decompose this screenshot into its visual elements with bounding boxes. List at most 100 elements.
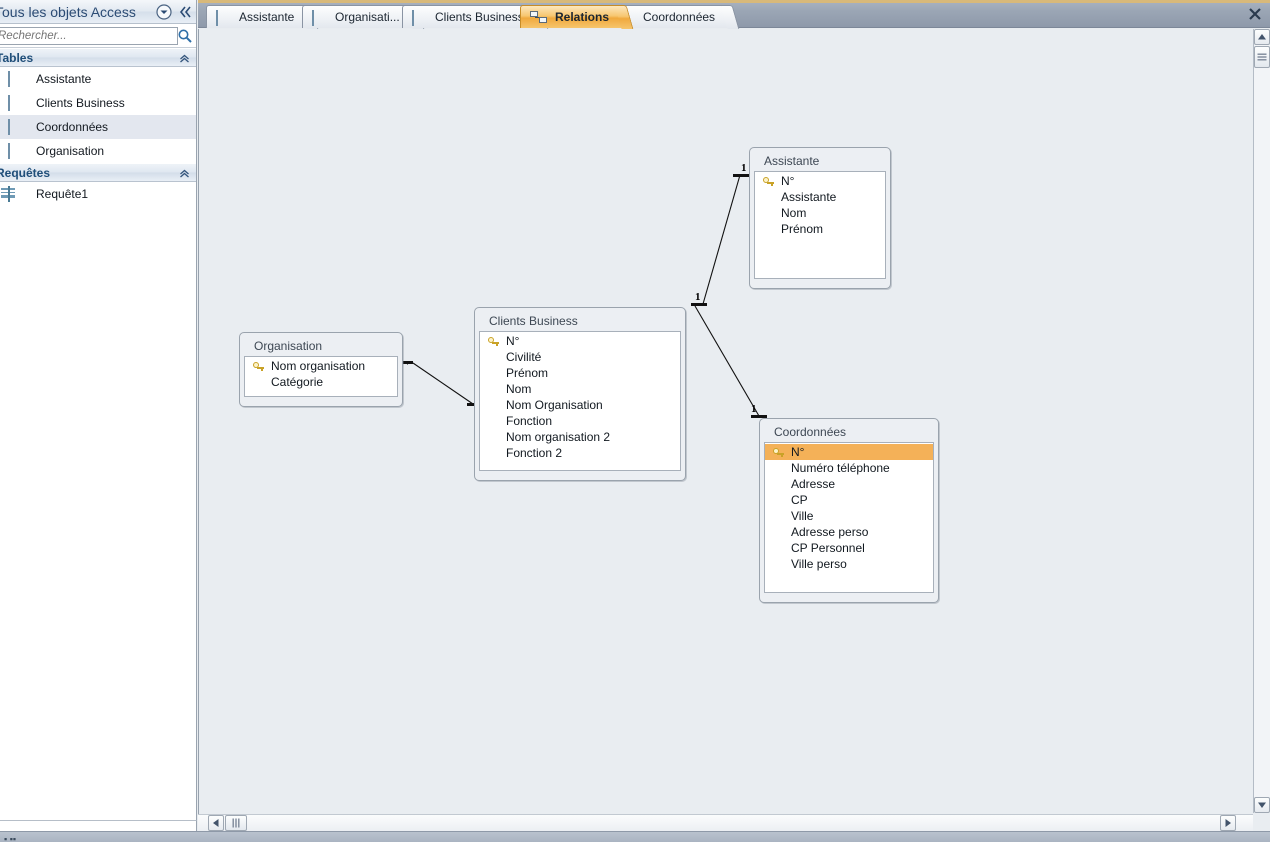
status-bar: ▪ ▪▪ (0, 831, 1270, 842)
relation-table-assistante[interactable]: Assistante N° Assistante Nom Prénom (749, 147, 891, 289)
relation-field-row[interactable]: Adresse (765, 476, 933, 492)
relation-field-row[interactable]: CP Personnel (765, 540, 933, 556)
horizontal-scrollbar[interactable] (198, 814, 1253, 831)
scroll-left-arrow-icon[interactable] (208, 815, 224, 831)
scroll-down-arrow-icon[interactable] (1254, 797, 1270, 813)
table-icon (8, 143, 24, 159)
status-bar-indicator: ▪ ▪▪ (4, 834, 17, 842)
sidebar-item-coordonnees[interactable]: Coordonnées (0, 115, 196, 139)
vertical-scroll-thumb[interactable] (1254, 46, 1270, 68)
tab-label: Organisati... (335, 10, 400, 24)
relation-table-title: Clients Business (489, 314, 578, 328)
nav-group-requetes[interactable]: Requêtes (0, 163, 196, 182)
sidebar-item-label: Clients Business (36, 96, 125, 110)
relation-field-row[interactable]: Ville perso (765, 556, 933, 572)
sidebar-item-organisation[interactable]: Organisation (0, 139, 196, 163)
search-input[interactable] (0, 27, 178, 45)
relation-field-row[interactable]: Catégorie (245, 374, 397, 390)
relation-field-name: Ville (791, 509, 814, 523)
relation-field-row-selected[interactable]: N° (765, 444, 933, 460)
relation-field-name: Fonction (506, 414, 553, 428)
nav-group-tables-label: Tables (0, 51, 34, 65)
tab-clients-business[interactable]: Clients Business (402, 5, 549, 29)
sidebar-item-clients-business[interactable]: Clients Business (0, 91, 196, 115)
relation-field-row[interactable]: Prénom (755, 221, 885, 237)
relation-field-name: Nom (506, 382, 532, 396)
navigation-search-row (0, 24, 196, 48)
relation-field-row[interactable]: Fonction (480, 413, 680, 429)
relation-field-list: N° Civilité Prénom Nom Nom Organisation … (479, 331, 681, 471)
relation-field-row[interactable]: Prénom (480, 365, 680, 381)
relation-field-row[interactable]: N° (480, 333, 680, 349)
navigation-pane-footer (0, 820, 197, 831)
cardinality-label-clients-business: 1 (695, 291, 701, 303)
table-icon (8, 119, 24, 135)
tab-label: Coordonnées (643, 10, 716, 24)
chevron-up-icon[interactable] (179, 168, 190, 179)
scroll-up-arrow-icon[interactable] (1254, 29, 1270, 45)
sidebar-item-label: Coordonnées (36, 120, 109, 134)
relation-field-row[interactable]: Nom organisation 2 (480, 429, 680, 445)
relation-field-name: Adresse (791, 477, 836, 491)
relation-field-name: Prénom (781, 222, 824, 236)
relation-field-name: CP (791, 493, 808, 507)
tab-relations[interactable]: Relations (520, 5, 634, 29)
query-icon (8, 186, 24, 202)
relation-field-name: Nom organisation (271, 359, 366, 373)
access-application-window: Tous les objets Access Rechercher... abl… (0, 0, 1270, 842)
relation-field-name: Nom Organisation (506, 398, 603, 412)
relations-icon (530, 10, 547, 24)
relation-field-row[interactable]: N° (755, 173, 885, 189)
tab-assistante[interactable]: Assistante (206, 5, 319, 29)
relation-field-name: N° (791, 445, 805, 459)
table-icon (412, 10, 427, 26)
relation-table-clients-business[interactable]: Clients Business N° Civilité Prénom Nom … (474, 307, 686, 481)
relations-canvas[interactable]: 1 1 1 Organisation Nom organisation Caté… (203, 29, 1253, 816)
relation-field-row[interactable]: Numéro téléphone (765, 460, 933, 476)
sidebar-item-label: Assistante (36, 72, 92, 86)
relation-field-row[interactable]: Assistante (755, 189, 885, 205)
primary-key-icon (773, 447, 789, 457)
chevron-up-icon[interactable] (179, 53, 190, 64)
relation-table-coordonnees[interactable]: Coordonnées N° Numéro téléphone Adresse … (759, 418, 939, 603)
relations-canvas-container: 1 1 1 Organisation Nom organisation Caté… (198, 29, 1270, 832)
relation-field-row[interactable]: Nom (755, 205, 885, 221)
relation-field-name: Civilité (506, 350, 542, 364)
table-icon (312, 10, 327, 26)
relation-field-list: Nom organisation Catégorie (244, 356, 398, 397)
relation-field-row[interactable]: Nom Organisation (480, 397, 680, 413)
sidebar-item-label: Requête1 (36, 187, 89, 201)
relationship-lines (403, 174, 767, 418)
tab-label: Clients Business (435, 10, 524, 24)
relation-field-name: Nom (781, 206, 807, 220)
double-chevron-left-icon[interactable] (176, 3, 194, 21)
relation-field-row[interactable]: Nom organisation (245, 358, 397, 374)
relation-table-organisation[interactable]: Organisation Nom organisation Catégorie (239, 332, 403, 407)
relation-field-name: Numéro téléphone (791, 461, 890, 475)
scroll-right-arrow-icon[interactable] (1220, 815, 1236, 831)
table-icon (8, 71, 24, 87)
relation-field-row[interactable]: Fonction 2 (480, 445, 680, 461)
sidebar-item-assistante[interactable]: Assistante (0, 67, 196, 91)
vertical-scrollbar[interactable] (1253, 29, 1270, 813)
nav-group-tables[interactable]: Tables (0, 48, 196, 67)
relation-field-name: N° (781, 174, 795, 188)
tab-organisation[interactable]: Organisati... (302, 5, 425, 29)
relation-field-row[interactable]: Civilité (480, 349, 680, 365)
relation-field-row[interactable]: CP (765, 492, 933, 508)
relation-field-row[interactable]: Nom (480, 381, 680, 397)
sidebar-item-requete1[interactable]: Requête1 (0, 182, 196, 206)
chevron-down-circle-icon[interactable] (155, 3, 173, 21)
relation-table-title: Organisation (254, 339, 323, 353)
search-icon[interactable] (177, 28, 193, 44)
close-icon[interactable] (1246, 5, 1264, 23)
horizontal-scroll-thumb[interactable] (225, 815, 247, 831)
navigation-pane-header: Tous les objets Access (0, 0, 196, 24)
relation-field-name: Nom organisation 2 (506, 430, 611, 444)
relation-field-row[interactable]: Adresse perso (765, 524, 933, 540)
relation-field-name: CP Personnel (791, 541, 865, 555)
document-tab-strip: Assistante Organisati... Clients Busines… (198, 0, 1270, 29)
relation-field-name: N° (506, 334, 520, 348)
primary-key-icon (488, 336, 504, 346)
relation-field-row[interactable]: Ville (765, 508, 933, 524)
